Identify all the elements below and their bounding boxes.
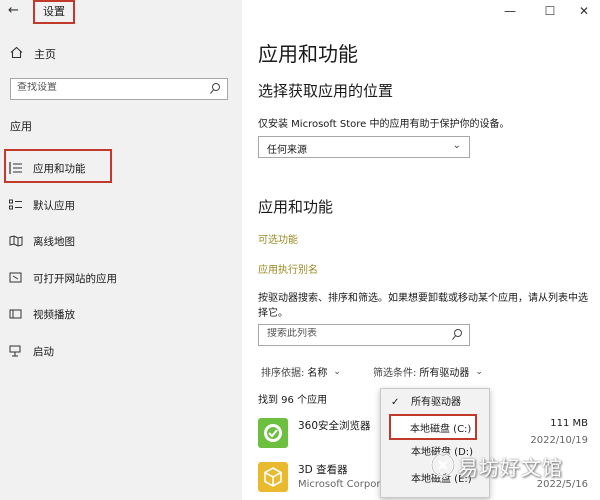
sidebar: ← 设置 主页 应用 应用和功能 默认应用 离线地图 [0,0,242,500]
default-apps-icon [8,198,24,212]
sidebar-item-label: 默认应用 [33,199,75,212]
sidebar-home[interactable]: 主页 [10,45,56,63]
app-execution-alias-link[interactable]: 应用执行别名 [258,261,318,276]
chevron-down-icon: ⌄ [333,366,341,377]
minimize-button[interactable]: — [500,3,520,19]
home-icon [10,46,26,62]
video-playback-icon [8,307,24,321]
home-label: 主页 [34,48,56,61]
360-browser-icon [258,418,288,448]
sort-value: 名称 [307,368,328,379]
sidebar-item-apps-for-websites[interactable]: 可打开网站的应用 [8,267,117,289]
app-source-select[interactable]: 任何来源 ⌄ [258,136,470,158]
3d-viewer-icon [258,462,288,492]
app-name: 360安全浏览器 [298,420,371,432]
optional-features-link[interactable]: 可选功能 [258,231,298,246]
section-label-apps: 应用 [10,120,32,133]
page-title: 应用和功能 [258,42,358,66]
sort-label: 排序依据: [261,368,305,379]
search-icon[interactable] [209,82,221,96]
apps-for-websites-icon [8,271,24,285]
dropdown-item-drive-c[interactable]: 本地磁盘 (C:) [389,414,477,440]
startup-icon [8,344,24,358]
app-list-search-input[interactable] [267,328,437,339]
settings-search-input[interactable] [17,82,197,93]
dropdown-item-label: 所有驱动器 [411,397,461,408]
settings-search-box[interactable] [10,78,228,100]
sidebar-item-label: 离线地图 [33,235,75,248]
apps-list-description: 按驱动器搜索、排序和筛选。如果想要卸载或移动某个应用，请从列表中选择它。 [258,293,588,319]
sidebar-item-label: 可打开网站的应用 [33,272,117,285]
app-publisher: Microsoft Corpora [298,479,387,490]
apps-features-heading: 应用和功能 [258,198,334,216]
choose-location-description: 仅安装 Microsoft Store 中的应用有助于保护你的设备。 [258,119,510,130]
apps-found-count: 找到 96 个应用 [258,395,328,406]
back-arrow-icon[interactable]: ← [8,3,26,19]
close-button[interactable]: ✕ [574,3,594,19]
apps-features-icon [8,161,24,175]
maximize-button[interactable]: ☐ [540,3,560,19]
chevron-down-icon: ⌄ [452,140,461,151]
chevron-down-icon: ⌄ [475,366,483,377]
sidebar-item-default-apps[interactable]: 默认应用 [8,194,75,216]
filter-value: 所有驱动器 [419,368,470,379]
app-list-search-box[interactable] [258,324,470,346]
app-source-value: 任何来源 [267,145,307,156]
sort-control[interactable]: 排序依据: 名称 ⌄ [261,364,341,380]
app-size: 111 MB [550,418,588,429]
dropdown-item-label: 本地磁盘 (C:) [410,424,472,435]
window-title: 设置 [33,0,75,24]
search-icon[interactable] [451,328,463,342]
sidebar-item-label: 视频播放 [33,308,75,321]
filter-dropdown-menu: ✓ 所有驱动器 本地磁盘 (E:) 本地磁盘 (D:) [380,388,490,498]
offline-maps-icon [8,234,24,248]
watermark-logo-icon [430,452,456,478]
dropdown-item-all-drives[interactable]: ✓ 所有驱动器 [381,391,489,415]
sidebar-item-startup[interactable]: 启动 [8,340,54,362]
filter-control[interactable]: 筛选条件: 所有驱动器 ⌄ [373,364,483,380]
sidebar-item-label: 应用和功能 [33,162,86,175]
choose-location-heading: 选择获取应用的位置 [258,82,394,100]
app-name: 3D 查看器 [298,464,348,476]
sidebar-item-offline-maps[interactable]: 离线地图 [8,230,75,252]
watermark-text: 易坊好文馆 [458,456,563,480]
filter-label: 筛选条件: [373,368,417,379]
app-install-date: 2022/10/19 [530,435,588,446]
sidebar-item-label: 启动 [33,345,54,358]
checkmark-icon: ✓ [391,397,400,408]
sidebar-item-video-playback[interactable]: 视频播放 [8,303,75,325]
sidebar-item-apps-features[interactable]: 应用和功能 [8,157,86,179]
